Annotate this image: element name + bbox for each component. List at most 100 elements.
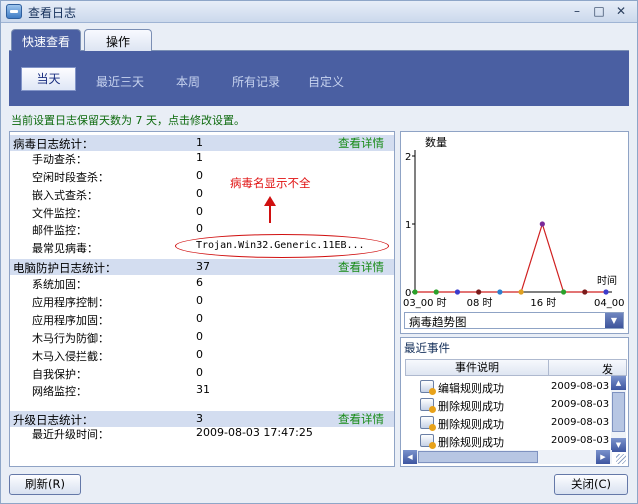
stat-label: 应用程序控制： <box>32 296 109 309</box>
stat-row: 空闲时段查杀： 0 <box>10 167 394 185</box>
highlight-ellipse <box>175 234 389 258</box>
maximize-button[interactable]: □ <box>590 3 608 19</box>
event-row[interactable]: 删除规则成功 2009-08-03 <box>405 432 610 450</box>
horizontal-scrollbar[interactable]: ◀ ▶ <box>403 450 612 464</box>
stat-label: 最常见病毒： <box>32 242 98 255</box>
log-viewer-window: 查看日志 – □ ✕ 快速查看 操作 当天 最近三天 本周 所有记录 自定义 当… <box>0 0 638 504</box>
period-this-week[interactable]: 本周 <box>176 73 200 90</box>
x-tick-label: 03_00 时 <box>403 297 447 309</box>
close-window-button[interactable]: ✕ <box>612 3 630 19</box>
scroll-up-icon[interactable]: ▲ <box>611 376 626 390</box>
data-point <box>433 289 439 295</box>
stat-label: 系统加固： <box>32 278 87 291</box>
event-icon <box>420 434 436 449</box>
window-title: 查看日志 <box>28 6 77 20</box>
stat-row: 嵌入式查杀： 0 <box>10 185 394 203</box>
scroll-down-icon[interactable]: ▼ <box>611 438 626 452</box>
tab-quick-view[interactable]: 快速查看 <box>11 29 82 51</box>
data-line <box>415 221 606 293</box>
stat-row: 最近升级时间： 2009-08-03 17:47:25 <box>10 424 394 442</box>
stat-row: 应用程序加固： 0 <box>10 310 394 328</box>
section-value: 37 <box>196 260 210 273</box>
events-title: 最近事件 <box>404 341 450 355</box>
section-value: 1 <box>196 136 203 149</box>
period-today[interactable]: 当天 <box>21 67 76 91</box>
data-point <box>603 289 609 295</box>
stat-label: 自我保护： <box>32 368 87 381</box>
event-row[interactable]: 删除规则成功 2009-08-03 <box>405 414 610 432</box>
period-custom[interactable]: 自定义 <box>308 73 344 90</box>
event-date: 2009-08-03 <box>551 417 610 428</box>
scroll-thumb[interactable] <box>612 392 625 432</box>
stat-value: 0 <box>196 205 203 218</box>
stat-row: 文件监控： 0 <box>10 203 394 221</box>
data-point <box>560 289 567 295</box>
stat-value: 0 <box>196 348 203 361</box>
event-date: 2009-08-03 <box>551 381 610 392</box>
column-header-description[interactable]: 事件说明 <box>406 360 549 375</box>
title-bar: 查看日志 – □ ✕ <box>1 1 637 23</box>
y-tick-label: 1 <box>405 220 411 231</box>
retention-notice-link[interactable]: 当前设置日志保留天数为 7 天，点击修改设置。 <box>11 112 245 128</box>
data-point <box>412 289 418 295</box>
event-icon <box>420 398 436 413</box>
vertical-scrollbar[interactable]: ▲ ▼ <box>611 376 626 452</box>
minimize-button[interactable]: – <box>568 3 586 19</box>
data-point <box>497 289 503 295</box>
stat-row: 应用程序控制： 0 <box>10 292 394 310</box>
stat-row: 手动查杀： 1 <box>10 149 394 167</box>
stat-value: 31 <box>196 383 210 396</box>
trend-chart: 数量时间01203_00 时08 时16 时04_00 时 <box>403 136 638 309</box>
resize-grip-icon[interactable] <box>616 454 626 464</box>
chart-type-select[interactable]: 病毒趋势图 ▼ <box>404 312 624 329</box>
x-axis-label: 时间 <box>597 274 617 287</box>
app-icon <box>6 4 22 19</box>
tab-operations[interactable]: 操作 <box>84 29 152 51</box>
event-row[interactable]: 删除规则成功 2009-08-03 <box>405 396 610 414</box>
period-all-records[interactable]: 所有记录 <box>232 73 280 90</box>
data-point <box>518 289 524 295</box>
scroll-right-icon[interactable]: ▶ <box>596 450 610 464</box>
dropdown-arrow-icon[interactable]: ▼ <box>605 313 623 328</box>
stat-row: 木马行为防御： 0 <box>10 328 394 346</box>
tab-strip: 快速查看 操作 <box>9 29 629 51</box>
stat-label: 木马入侵拦截： <box>32 350 109 363</box>
stat-value: 0 <box>196 169 203 182</box>
recent-events-panel: 最近事件 事件说明 发 编辑规则成功 2009-08-03 删除规则成功 2009-… <box>400 337 629 467</box>
scroll-thumb[interactable] <box>418 451 538 463</box>
y-axis-label: 数量 <box>425 136 447 149</box>
stat-label: 空闲时段查杀： <box>32 171 109 184</box>
x-tick-label: 08 时 <box>467 297 493 309</box>
data-point <box>476 289 482 295</box>
event-icon <box>420 380 436 395</box>
stat-value: 2009-08-03 17:47:25 <box>196 426 313 439</box>
x-tick-label: 16 时 <box>530 297 556 309</box>
event-label: 删除规则成功 <box>438 418 504 431</box>
protection-log-header: 电脑防护日志统计： 37 查看详情 <box>10 259 394 275</box>
stat-value: 6 <box>196 276 203 289</box>
stat-value: 0 <box>196 222 203 235</box>
stat-label: 手动查杀： <box>32 153 87 166</box>
period-last-three-days[interactable]: 最近三天 <box>96 73 144 90</box>
stat-row: 系统加固： 6 <box>10 274 394 292</box>
column-header-time[interactable]: 发 <box>602 361 613 377</box>
trend-chart-panel: 数量时间01203_00 时08 时16 时04_00 时 <box>400 131 638 334</box>
period-filter-bar: 当天 最近三天 本周 所有记录 自定义 <box>9 51 629 106</box>
y-tick-label: 2 <box>405 152 411 163</box>
refresh-button[interactable]: 刷新(R) <box>9 474 81 495</box>
stat-row: 木马入侵拦截： 0 <box>10 346 394 364</box>
stat-label: 嵌入式查杀： <box>32 189 98 202</box>
close-button[interactable]: 关闭(C) <box>554 474 628 495</box>
annotation-arrow-line <box>269 205 271 223</box>
stat-row: 网络监控： 31 <box>10 381 394 399</box>
x-tick-label: 04_00 时 <box>594 297 628 309</box>
event-label: 编辑规则成功 <box>438 382 504 395</box>
stat-value: 1 <box>196 151 203 164</box>
scroll-left-icon[interactable]: ◀ <box>403 450 417 464</box>
event-row[interactable]: 编辑规则成功 2009-08-03 <box>405 378 610 396</box>
protection-log-details-link[interactable]: 查看详情 <box>338 259 384 275</box>
event-date: 2009-08-03 <box>551 435 610 446</box>
stat-label: 木马行为防御： <box>32 332 109 345</box>
data-point <box>539 221 545 227</box>
stat-label: 文件监控： <box>32 207 87 220</box>
